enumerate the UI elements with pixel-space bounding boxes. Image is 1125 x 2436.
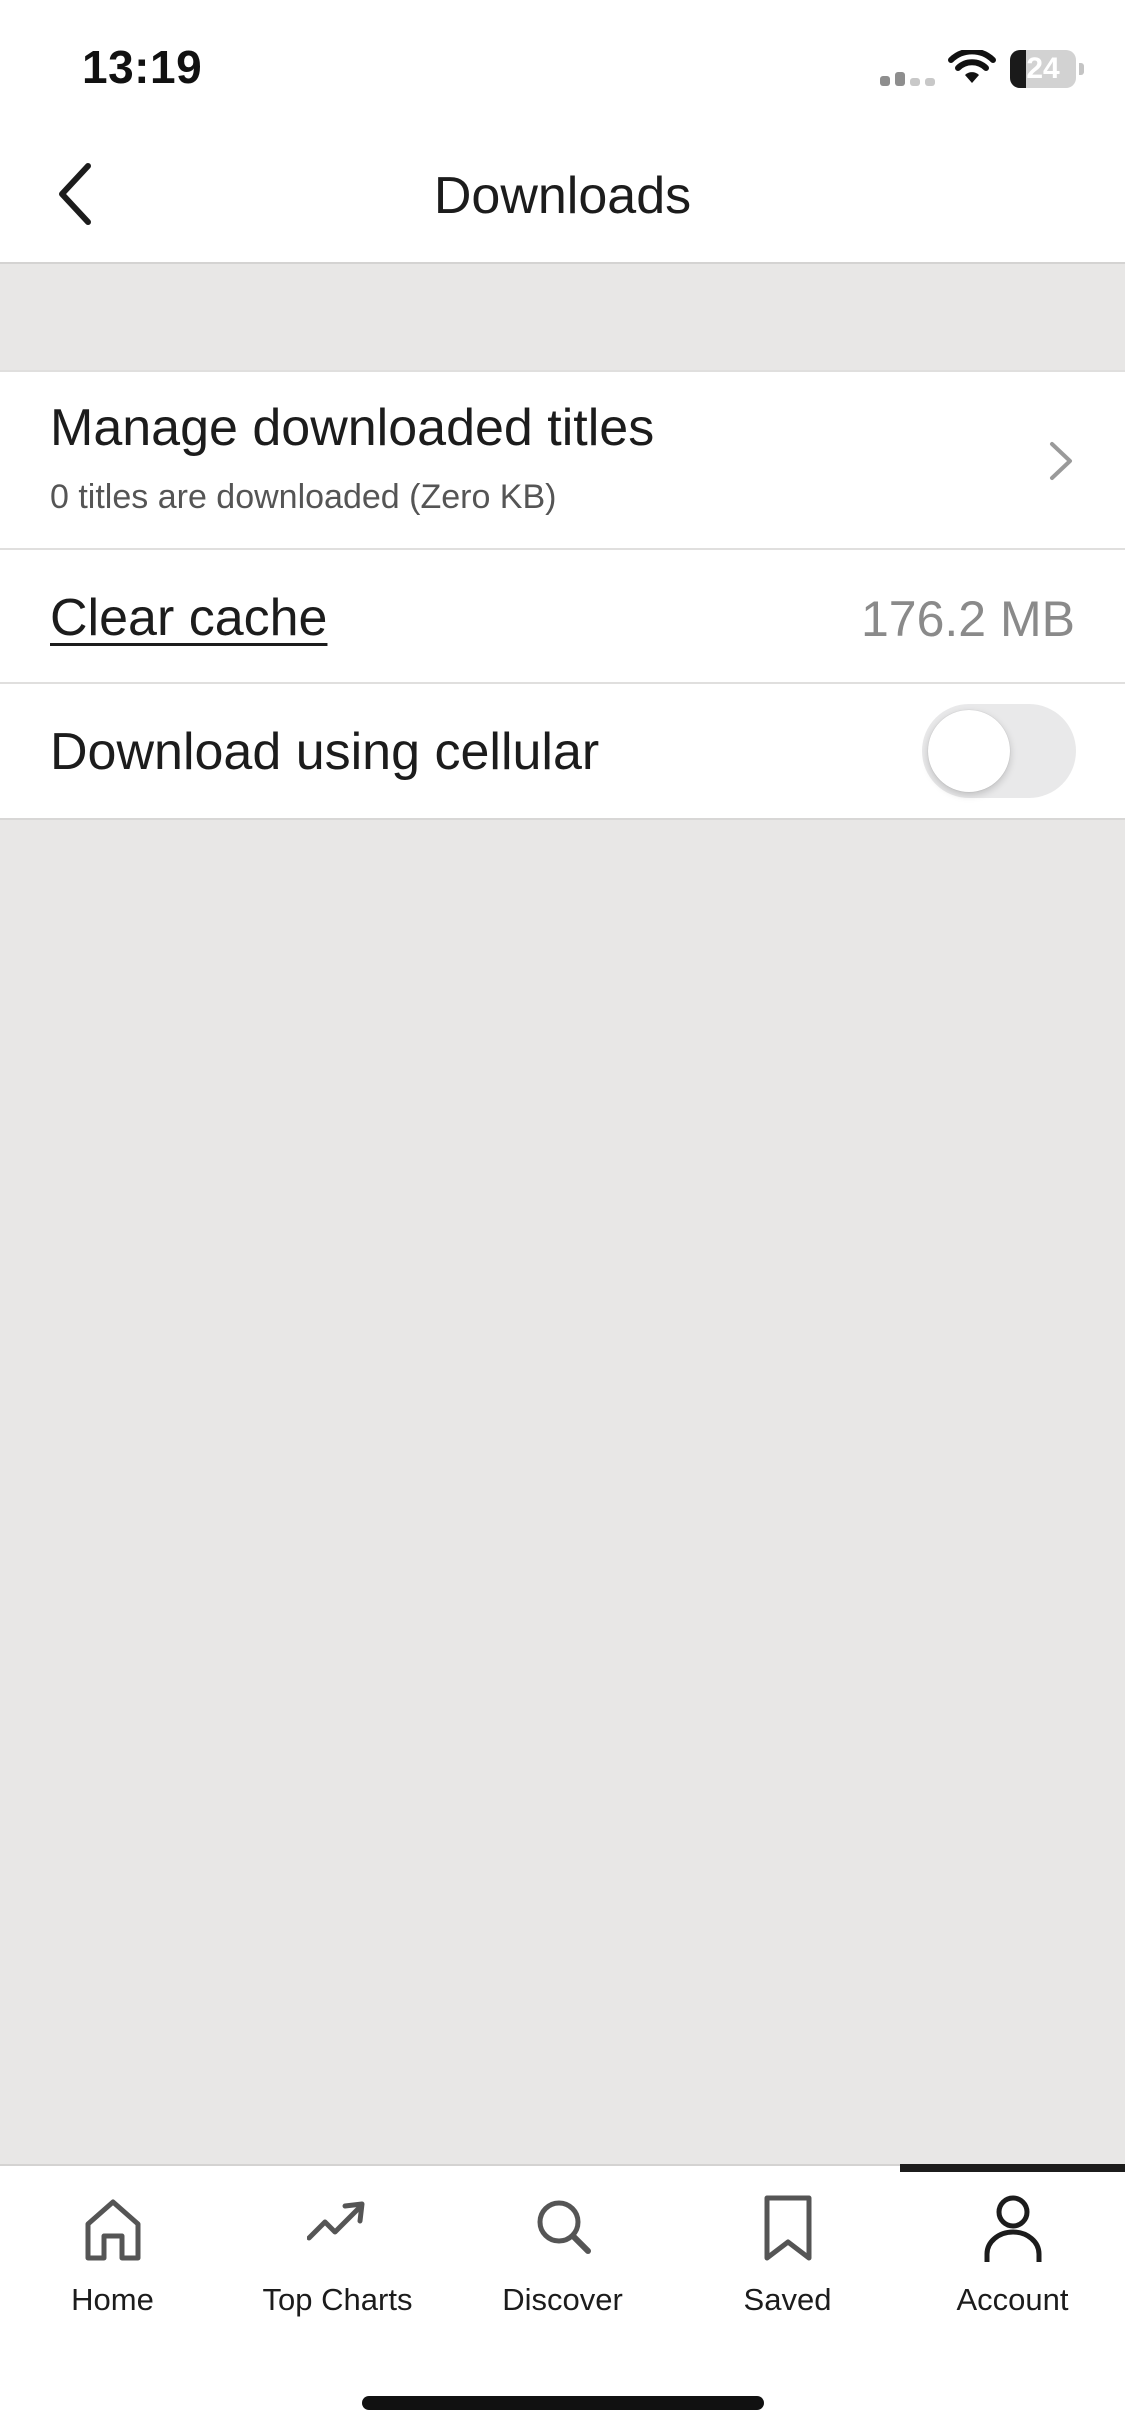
tab-saved[interactable]: Saved [675, 2166, 900, 2336]
back-button[interactable] [44, 154, 116, 234]
chevron-left-icon [59, 163, 91, 225]
home-indicator[interactable] [362, 2396, 764, 2410]
active-tab-indicator [900, 2164, 1125, 2172]
cellular-download-row: Download using cellular [0, 684, 1125, 820]
tab-top-charts[interactable]: Top Charts [225, 2166, 450, 2336]
tab-account[interactable]: Account [900, 2164, 1125, 2336]
clear-cache-row: Clear cache 176.2 MB [0, 550, 1125, 684]
trending-up-icon [307, 2201, 365, 2241]
manage-downloads-row[interactable]: Manage downloaded titles 0 titles are do… [0, 370, 1125, 550]
tab-top-charts-label: Top Charts [262, 2282, 413, 2317]
navigation-header: Downloads [0, 130, 1125, 264]
cache-size: 176.2 MB [860, 591, 1075, 647]
tab-discover[interactable]: Discover [450, 2166, 675, 2336]
chevron-right-icon [1050, 442, 1072, 480]
home-icon [85, 2199, 141, 2261]
wifi-icon [948, 50, 996, 83]
status-bar: 13:19 24 [0, 0, 1125, 130]
manage-downloads-title: Manage downloaded titles [50, 399, 655, 457]
tab-account-label: Account [956, 2282, 1069, 2317]
manage-downloads-subtitle: 0 titles are downloaded (Zero KB) [50, 478, 557, 516]
tab-discover-label: Discover [502, 2282, 623, 2317]
bookmark-icon [764, 2195, 812, 2261]
toggle-knob [928, 710, 1010, 792]
status-time: 13:19 [82, 41, 203, 93]
tab-home-label: Home [71, 2282, 154, 2317]
person-icon [984, 2195, 1042, 2262]
tab-home[interactable]: Home [0, 2166, 225, 2336]
page-title: Downloads [433, 167, 692, 225]
clear-cache-button[interactable]: Clear cache [50, 588, 327, 648]
cellular-signal-icon [880, 66, 936, 86]
cellular-download-label: Download using cellular [50, 723, 600, 781]
search-icon [537, 2200, 591, 2254]
cellular-download-toggle[interactable] [922, 704, 1076, 798]
tab-saved-label: Saved [743, 2282, 832, 2317]
battery-level: 24 [1026, 52, 1060, 85]
battery-icon: 24 [1010, 50, 1084, 88]
